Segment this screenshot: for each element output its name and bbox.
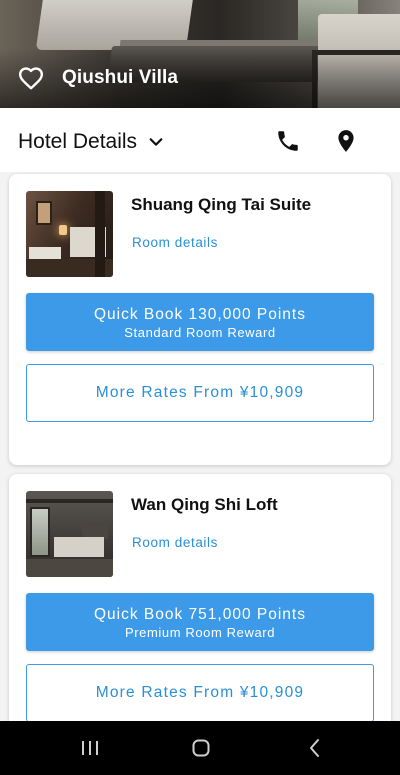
room-thumbnail[interactable] — [26, 491, 113, 577]
details-title: Hotel Details — [18, 130, 138, 153]
thumb-floor-shape — [26, 559, 113, 577]
hero-shade — [0, 48, 400, 108]
recents-icon[interactable] — [78, 736, 102, 760]
room-details-link[interactable]: Room details — [132, 535, 218, 550]
thumb-window-shape — [30, 507, 50, 557]
more-rates-button[interactable]: More Rates From ¥10,909 — [26, 664, 374, 722]
room-card: Wan Qing Shi Loft Room details Quick Boo… — [9, 474, 391, 744]
room-name: Wan Qing Shi Loft — [131, 495, 278, 514]
heart-outline-icon[interactable] — [18, 66, 44, 90]
room-name: Shuang Qing Tai Suite — [131, 195, 312, 214]
phone-icon[interactable] — [275, 128, 301, 154]
system-nav-bar — [0, 721, 400, 775]
quick-book-reward-type: Premium Room Reward — [124, 625, 276, 640]
details-header: Hotel Details — [0, 108, 400, 172]
app-screen: Qiushui Villa Hotel Details Shuang Qing … — [0, 0, 400, 775]
chevron-down-icon — [149, 138, 163, 146]
back-icon[interactable] — [303, 736, 327, 760]
quick-book-label: Quick Book 130,000 Points — [94, 306, 306, 323]
quick-book-label: Quick Book 751,000 Points — [94, 606, 306, 623]
hotel-name: Qiushui Villa — [62, 67, 179, 88]
thumb-beam-shape — [26, 499, 113, 503]
thumb-pillar-shape — [95, 191, 105, 277]
home-icon[interactable] — [189, 736, 213, 760]
map-pin-icon[interactable] — [333, 128, 359, 154]
room-card: Shuang Qing Tai Suite Room details Quick… — [9, 174, 391, 465]
quick-book-button[interactable]: Quick Book 130,000 Points Standard Room … — [26, 293, 374, 351]
quick-book-reward-type: Standard Room Reward — [124, 325, 276, 340]
room-thumbnail[interactable] — [26, 191, 113, 277]
more-rates-button[interactable]: More Rates From ¥10,909 — [26, 364, 374, 422]
thumb-bench-shape — [29, 247, 61, 259]
room-details-link[interactable]: Room details — [132, 235, 218, 250]
thumb-wall-art-shape — [36, 201, 52, 225]
thumb-bed-shape — [54, 537, 104, 557]
hotel-details-dropdown[interactable]: Hotel Details — [18, 130, 165, 154]
quick-book-button[interactable]: Quick Book 751,000 Points Premium Room R… — [26, 593, 374, 651]
thumb-lamp-shape — [59, 225, 67, 235]
hotel-hero-image: Qiushui Villa — [0, 0, 400, 108]
